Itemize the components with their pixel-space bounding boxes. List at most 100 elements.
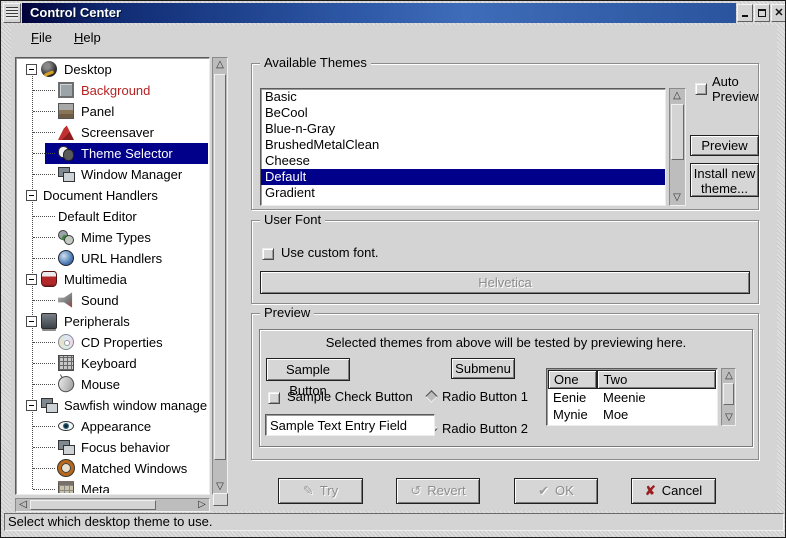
scroll-left-icon[interactable]: ◁ [16, 498, 30, 512]
theme-item-brushedmetalclean[interactable]: BrushedMetalClean [261, 137, 665, 153]
tree-item-mime-types[interactable]: Mime Types [17, 227, 208, 248]
sample-table-scrollbar[interactable]: △ ▽ [721, 368, 736, 426]
scroll-down-icon[interactable]: ▽ [722, 411, 736, 425]
maximize-button[interactable] [754, 4, 770, 22]
tree-item-panel[interactable]: Panel [17, 101, 208, 122]
tree-expander-icon[interactable] [26, 274, 37, 285]
tree-item-label: Sound [81, 290, 119, 311]
tree-item-appearance[interactable]: Appearance [17, 416, 208, 437]
theme-item-gradient[interactable]: Gradient [261, 185, 665, 201]
sample-button[interactable]: Sample Button [266, 358, 350, 381]
tree-item-meta[interactable]: Meta [17, 479, 208, 493]
tree-item-document-handlers[interactable]: Document Handlers [17, 185, 208, 206]
tree-item-focus-behavior[interactable]: Focus behavior [17, 437, 208, 458]
minimize-button[interactable] [737, 4, 753, 22]
revert-label: Revert [427, 483, 465, 498]
background-icon [58, 82, 74, 98]
tree-horizontal-scrollbar[interactable]: ◁ ▷ [15, 498, 210, 512]
theme-item-becool[interactable]: BeCool [261, 105, 665, 121]
titlebar[interactable]: Control Center [22, 3, 736, 23]
scroll-up-icon[interactable]: △ [722, 369, 736, 383]
preview-panel: Selected themes from above will be teste… [259, 329, 753, 447]
table-cell: Mynie [548, 406, 598, 423]
tree-item-label: Keyboard [81, 353, 137, 374]
sample-table: OneTwo EenieMeenieMynieMoe [546, 368, 718, 426]
revert-button[interactable]: ↺Revert [396, 478, 480, 504]
scrollbar-thumb[interactable] [671, 104, 684, 160]
preview-frame: Preview Selected themes from above will … [251, 313, 759, 460]
use-custom-font-checkbox[interactable] [262, 248, 274, 260]
tree-rows: DesktopBackgroundPanelScreensaverTheme S… [17, 59, 208, 493]
sample-table-body: EenieMeenieMynieMoe [548, 389, 716, 424]
tree-expander-icon[interactable] [26, 190, 37, 201]
install-new-theme-button[interactable]: Install new theme... [690, 163, 759, 197]
theme-item-default[interactable]: Default [261, 169, 665, 185]
theme-list-scrollbar[interactable]: △ ▽ [669, 88, 686, 206]
minimize-icon [742, 15, 748, 17]
tree-item-sawfish-window-manager[interactable]: Sawfish window manager [17, 395, 208, 416]
scrollbar-thumb[interactable] [214, 74, 226, 460]
theme-list: BasicBeCoolBlue-n-GrayBrushedMetalCleanC… [260, 88, 666, 206]
tree-item-background[interactable]: Background [17, 80, 208, 101]
menu-file[interactable]: File [29, 29, 54, 46]
maximize-icon [758, 9, 766, 17]
submenu-button[interactable]: Submenu [451, 358, 515, 379]
tree-item-mouse[interactable]: Mouse [17, 374, 208, 395]
tree-item-url-handlers[interactable]: URL Handlers [17, 248, 208, 269]
scroll-down-icon[interactable]: ▽ [213, 480, 227, 494]
tree-item-label: CD Properties [81, 332, 163, 353]
tree-item-default-editor[interactable]: Default Editor [17, 206, 208, 227]
table-header-two[interactable]: Two [597, 370, 716, 389]
sound-icon [58, 292, 74, 308]
window-menu-button[interactable] [3, 3, 21, 23]
close-button[interactable]: ✕ [771, 4, 786, 22]
tree-item-theme-selector[interactable]: Theme Selector [17, 143, 208, 164]
tree-item-label: Mouse [81, 374, 120, 395]
tree-item-label: Theme Selector [81, 143, 173, 164]
sample-radio-1[interactable] [425, 390, 438, 403]
tree-item-keyboard[interactable]: Keyboard [17, 353, 208, 374]
tree-vertical-scrollbar[interactable]: △ ▽ [212, 57, 228, 495]
tree-item-cd-properties[interactable]: CD Properties [17, 332, 208, 353]
scroll-up-icon[interactable]: △ [670, 89, 684, 103]
try-button[interactable]: ✎Try [278, 478, 363, 504]
tree-item-peripherals[interactable]: Peripherals [17, 311, 208, 332]
tree-item-screensaver[interactable]: Screensaver [17, 122, 208, 143]
tree-expander-icon[interactable] [26, 400, 37, 411]
cancel-button[interactable]: ✘Cancel [631, 478, 716, 504]
scroll-right-icon[interactable]: ▷ [195, 498, 209, 512]
scroll-down-icon[interactable]: ▽ [670, 191, 684, 205]
tree-item-sound[interactable]: Sound [17, 290, 208, 311]
table-header-one[interactable]: One [548, 370, 597, 389]
scrollbar-thumb[interactable] [30, 500, 156, 510]
sample-checkbox[interactable] [268, 392, 280, 404]
scrollbar-thumb[interactable] [723, 383, 734, 405]
tree-expander-icon[interactable] [26, 316, 37, 327]
tree-connector [33, 132, 55, 133]
theme-item-blue-n-gray[interactable]: Blue-n-Gray [261, 121, 665, 137]
tree-item-desktop[interactable]: Desktop [17, 59, 208, 80]
theme-item-cheese[interactable]: Cheese [261, 153, 665, 169]
auto-preview-label: Auto Preview [712, 74, 766, 104]
tree-item-window-manager[interactable]: Window Manager [17, 164, 208, 185]
font-picker-button[interactable]: Helvetica [260, 271, 750, 294]
scrollbar-corner-grip[interactable] [213, 493, 228, 506]
tree-connector [33, 111, 55, 112]
url-handlers-icon [58, 250, 74, 266]
tree-connector [33, 300, 55, 301]
table-row[interactable]: EenieMeenie [548, 389, 716, 406]
sample-text-entry[interactable] [265, 414, 435, 436]
scroll-up-icon[interactable]: △ [213, 58, 227, 72]
ok-button[interactable]: ✔OK [514, 478, 598, 504]
auto-preview-checkbox[interactable] [695, 83, 707, 95]
menu-help[interactable]: Help [72, 29, 103, 46]
table-row[interactable]: MynieMoe [548, 406, 716, 423]
tree-item-multimedia[interactable]: Multimedia [17, 269, 208, 290]
preview-button[interactable]: Preview [690, 135, 759, 156]
tree-item-label: Mime Types [81, 227, 151, 248]
theme-item-basic[interactable]: Basic [261, 89, 665, 105]
tree-expander-icon[interactable] [26, 64, 37, 75]
tree-item-matched-windows[interactable]: Matched Windows [17, 458, 208, 479]
tree-item-label: Focus behavior [81, 437, 170, 458]
user-font-frame: User Font Use custom font. Helvetica [251, 220, 759, 304]
